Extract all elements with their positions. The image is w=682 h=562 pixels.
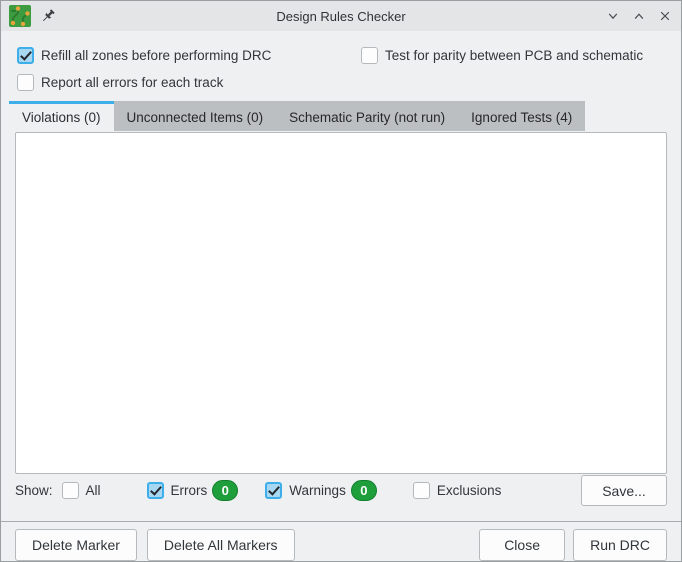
filter-warnings[interactable]: Warnings 0	[265, 480, 377, 501]
drc-dialog-window: Design Rules Checker Refill all zones be…	[0, 0, 682, 562]
chevron-up-icon[interactable]	[631, 8, 647, 24]
drc-options: Refill all zones before performing DRC T…	[17, 45, 665, 92]
pcb-board-icon	[9, 5, 31, 27]
delete-all-markers-button[interactable]: Delete All Markers	[147, 529, 295, 561]
filter-warnings-label: Warnings	[289, 483, 346, 498]
report-all-checkbox[interactable]	[17, 74, 34, 91]
refill-zones-label: Refill all zones before performing DRC	[41, 48, 271, 63]
refill-zones-checkbox[interactable]	[17, 47, 34, 64]
filter-warnings-checkbox[interactable]	[265, 482, 282, 499]
tab-ignored-tests[interactable]: Ignored Tests (4)	[458, 101, 585, 131]
warnings-count-badge: 0	[351, 480, 377, 501]
window-controls	[605, 8, 673, 24]
filter-exclusions-checkbox[interactable]	[413, 482, 430, 499]
filter-errors-checkbox[interactable]	[147, 482, 164, 499]
show-label: Show:	[15, 483, 53, 498]
dialog-buttons-group: Close Run DRC	[479, 529, 667, 561]
run-drc-button[interactable]: Run DRC	[573, 529, 667, 561]
close-button[interactable]: Close	[479, 529, 565, 561]
results-tabbar: Violations (0) Unconnected Items (0) Sch…	[9, 101, 585, 131]
bottom-separator	[1, 521, 681, 522]
errors-count-badge: 0	[212, 480, 238, 501]
parity-label: Test for parity between PCB and schemati…	[385, 48, 643, 63]
tab-schematic-parity[interactable]: Schematic Parity (not run)	[276, 101, 458, 131]
tab-unconnected-items[interactable]: Unconnected Items (0)	[114, 101, 277, 131]
report-all-option[interactable]: Report all errors for each track	[17, 72, 361, 92]
parity-option[interactable]: Test for parity between PCB and schemati…	[361, 45, 665, 65]
save-button[interactable]: Save...	[581, 475, 667, 506]
filter-exclusions[interactable]: Exclusions	[413, 482, 502, 499]
filter-exclusions-label: Exclusions	[437, 483, 502, 498]
report-all-label: Report all errors for each track	[41, 75, 223, 90]
window-title: Design Rules Checker	[1, 9, 681, 24]
title-bar: Design Rules Checker	[1, 1, 681, 31]
violations-list-panel[interactable]	[15, 132, 667, 474]
show-filter-row: Show: All Errors 0 Warnings 0 Exclusions…	[1, 475, 681, 506]
tab-violations[interactable]: Violations (0)	[9, 101, 114, 131]
filter-errors[interactable]: Errors 0	[147, 480, 239, 501]
filter-all-checkbox[interactable]	[62, 482, 79, 499]
delete-marker-button[interactable]: Delete Marker	[15, 529, 137, 561]
refill-zones-option[interactable]: Refill all zones before performing DRC	[17, 45, 361, 65]
action-button-row: Delete Marker Delete All Markers Close R…	[1, 529, 681, 561]
filter-all[interactable]: All	[62, 482, 101, 499]
parity-checkbox[interactable]	[361, 47, 378, 64]
marker-buttons-group: Delete Marker Delete All Markers	[15, 529, 295, 561]
close-icon[interactable]	[657, 8, 673, 24]
filter-all-label: All	[86, 483, 101, 498]
filter-errors-label: Errors	[171, 483, 208, 498]
chevron-down-icon[interactable]	[605, 8, 621, 24]
pin-icon[interactable]	[40, 8, 56, 24]
